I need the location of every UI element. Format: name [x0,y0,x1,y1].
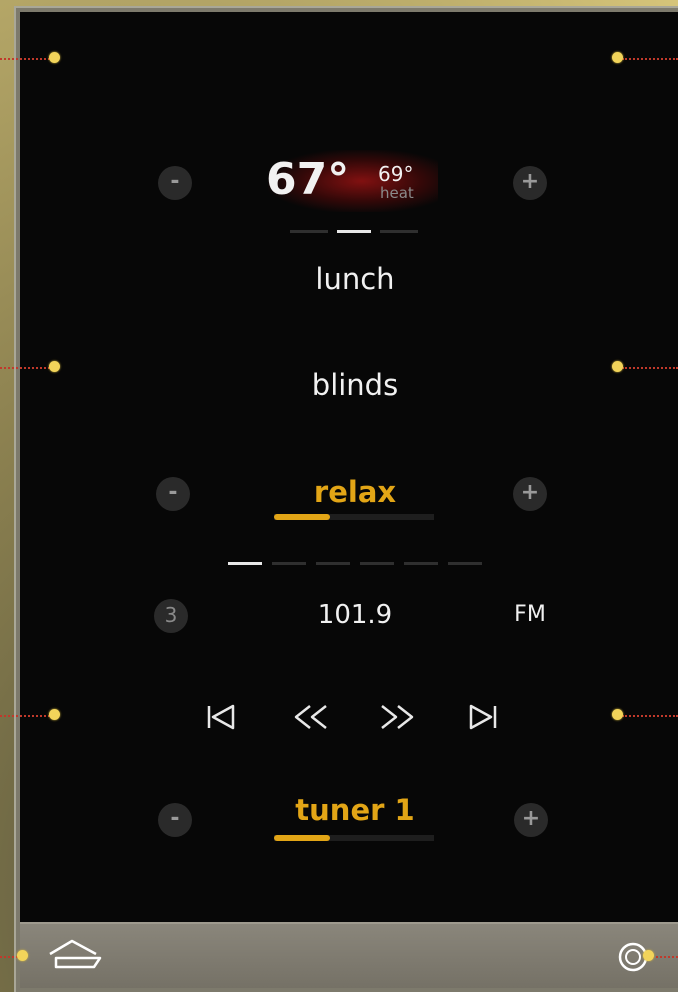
preset-indicator[interactable] [272,562,306,565]
volume-slider[interactable] [274,835,434,841]
callout-dot [643,950,654,961]
home-icon[interactable] [46,938,104,972]
callout-dot [49,52,60,63]
preset-indicator[interactable] [360,562,394,565]
scene-blinds-button[interactable]: blinds [250,368,460,402]
volume-increase-button[interactable]: + [514,803,548,837]
climate-mode: heat [380,184,414,202]
lighting-increase-button[interactable]: + [513,477,547,511]
preset-indicator[interactable] [404,562,438,565]
callout-dot [49,709,60,720]
callout-leader [0,367,50,369]
callout-leader [622,58,678,60]
touch-screen [20,12,678,922]
lighting-decrease-button[interactable]: - [156,477,190,511]
setpoint-temperature: 69° [378,162,414,186]
temp-increase-button[interactable]: + [513,166,547,200]
current-temperature: 67° [266,154,350,205]
lighting-level-fill [274,514,330,520]
climate-page-indicator-active [337,230,371,233]
preset-indicator[interactable] [316,562,350,565]
callout-dot [612,361,623,372]
radio-frequency: 101.9 [317,600,393,630]
skip-back-icon[interactable] [204,702,238,732]
callout-leader [622,367,678,369]
climate-page-indicator [380,230,418,233]
callout-dot [49,361,60,372]
rewind-icon[interactable] [290,702,332,732]
skip-forward-icon[interactable] [466,702,500,732]
lighting-scene-label: relax [313,475,397,509]
volume-level-fill [274,835,330,841]
callout-dot [17,950,28,961]
fast-forward-icon[interactable] [376,702,418,732]
callout-leader [0,956,18,958]
callout-dot [612,709,623,720]
callout-leader [622,715,678,717]
radio-band[interactable]: FM [500,602,560,627]
volume-decrease-button[interactable]: - [158,803,192,837]
preset-indicator-active[interactable] [228,562,262,565]
scene-lunch-button[interactable]: lunch [250,262,460,296]
lighting-level-slider[interactable] [274,514,434,520]
callout-dot [612,52,623,63]
climate-page-indicator [290,230,328,233]
preset-indicator[interactable] [448,562,482,565]
callout-leader [0,58,50,60]
callout-leader [652,956,678,958]
preset-number-button[interactable]: 3 [154,599,188,633]
temp-decrease-button[interactable]: - [158,166,192,200]
source-label[interactable]: tuner 1 [250,793,460,827]
bottom-navigation-bar [20,922,678,988]
callout-leader [0,715,50,717]
